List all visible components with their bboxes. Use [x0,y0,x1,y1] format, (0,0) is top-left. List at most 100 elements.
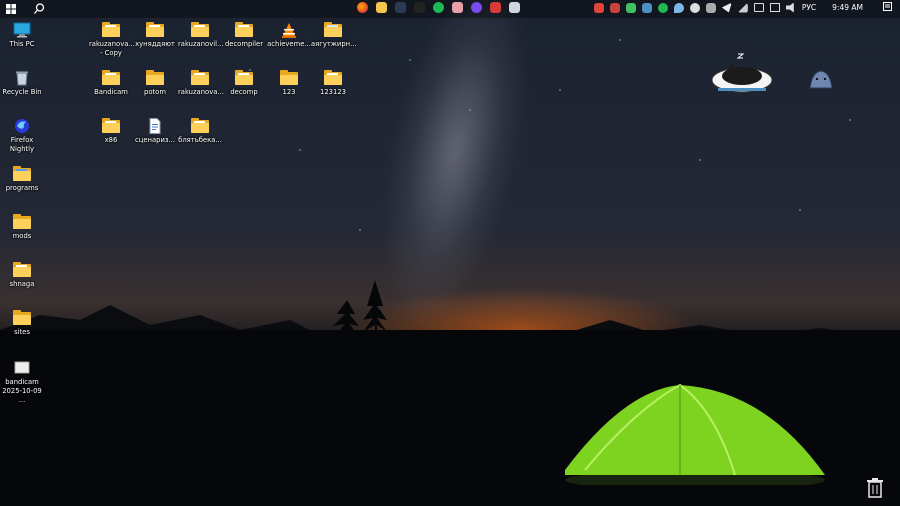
tray-monitor-icon[interactable] [753,3,764,12]
desktop-icon-folder[interactable]: rakuzanova... - Copy [89,22,135,58]
tray-red-alt-icon[interactable] [609,2,620,13]
folder-icon [13,166,31,181]
desktop-icon-folder[interactable]: 123123 [311,70,355,97]
folder-icon [146,70,164,85]
tray-drop-icon[interactable] [673,2,684,13]
folder-icon [102,118,120,133]
desktop-icon-mods[interactable]: mods [0,214,44,241]
notifications-button[interactable] [883,2,892,13]
desktop-icon-label: 123 [282,88,296,96]
spotify-icon[interactable] [433,2,444,13]
clock[interactable]: 9:49 AM [832,3,863,12]
document-icon [149,118,161,134]
desktop-icon-label: sites [14,328,30,336]
tray-green-icon[interactable] [625,2,636,13]
desktop-icon-label: decompiler [224,40,264,48]
desktop-icon-this-pc[interactable]: This PC [0,22,44,49]
monitor-icon [13,22,31,38]
desktop-icon-label: 123123 [320,88,346,96]
sleeping-cat-widget-icon [711,53,773,93]
language-indicator[interactable]: РУС [802,3,816,12]
desktop-icon-folder[interactable]: Bandicam [89,70,133,97]
desktop-icon-label: decomp [230,88,258,96]
tray-wifi-icon[interactable] [769,3,780,12]
desktop-icon-label: mods [12,232,32,240]
desktop-icon-folder[interactable]: rakuzanova... [178,70,224,97]
desktop-icon-label: potom [144,88,166,96]
trash-icon[interactable] [866,478,884,498]
desktop-icon-document[interactable]: сценариз... [133,118,177,145]
folder-icon [102,70,120,85]
folder-icon [324,22,342,37]
desktop-icon-folder[interactable]: rakuzanovil... [178,22,224,49]
desktop-icon-label: bandicam 2025-10-09 ... [2,378,42,404]
video-file-icon [14,361,30,374]
discord-icon[interactable] [471,2,482,13]
recycle-bin-icon [16,71,28,86]
desktop-icon-folder[interactable]: decompiler [222,22,266,49]
desktop-icon-vlc[interactable]: achieveme... [267,22,311,49]
desktop-icon-bandicam-video[interactable]: bandicam 2025-10-09 ... [0,360,44,405]
desktop-icon-label: rakuzanovil... [178,40,224,48]
desktop-icon-label: achieveme... [267,40,311,48]
desktop-icon-label: x86 [104,136,118,144]
firefox-nightly-icon [15,119,29,133]
folder-icon [235,22,253,37]
desktop-icon-folder[interactable]: блятьбека... [178,118,222,145]
desktop-icon-folder[interactable]: 123 [267,70,311,97]
tray-display-icon[interactable] [641,2,652,13]
folder-icon [13,214,31,229]
windows-logo-icon [6,4,16,14]
firefox-icon[interactable] [357,2,368,13]
desktop-icon-label: хуняддяют [135,40,175,48]
folder-icon [191,118,209,133]
folder-icon [13,310,31,325]
desktop-icon-label: rakuzanova... - Copy [89,40,135,57]
desktop-icon-folder[interactable]: potom [133,70,177,97]
desktop-icon-programs[interactable]: programs [0,166,44,193]
search-icon [34,2,45,14]
pink-app-icon[interactable] [452,2,463,13]
tray-red-icon[interactable] [593,2,604,13]
vlc-icon [282,23,296,38]
blob-pet-widget-icon [809,70,833,89]
chat-icon[interactable] [509,2,520,13]
tray-bird-icon[interactable] [705,2,716,13]
desktop-icon-label: programs [5,184,39,192]
folder-icon [146,22,164,37]
folder-icon [191,70,209,85]
desktop-icon-sites[interactable]: sites [0,310,44,337]
desktop-icon-label: Firefox Nightly [9,136,35,153]
desktop-icon-label: rakuzanova... [178,88,224,96]
desktop-icon-label: блятьбека... [178,136,222,144]
desktop-icon-shnaga[interactable]: shnaga [0,262,44,289]
app-dark-icon[interactable] [414,2,425,13]
tray-volume-icon[interactable] [785,2,794,13]
desktop-icon-label: shnaga [9,280,35,288]
desktop-icon-folder[interactable]: хуняддяют [133,22,177,49]
folder-icon [191,22,209,37]
desktop-icon-label: аягутжирн... [311,40,357,48]
search-button[interactable] [34,2,45,16]
desktop-icon-folder[interactable]: decomp [222,70,266,97]
desktop-icon-folder[interactable]: аягутжирн... [311,22,357,49]
notification-icon [883,2,892,11]
security-icon[interactable] [490,2,501,13]
desktop-icon-label: сценариз... [135,136,175,144]
desktop-icon-recycle-bin[interactable]: Recycle Bin [0,70,44,97]
wallpaper-tent [565,383,825,485]
tray-send-icon[interactable] [721,2,732,13]
tray-cloud-icon[interactable] [689,2,700,13]
desktop-icon-firefox-nightly[interactable]: Firefox Nightly [0,118,44,154]
folder-icon [324,70,342,85]
tray-spotify-icon[interactable] [657,2,668,13]
taskbar: РУС 9:49 AM [0,0,900,18]
file-explorer-icon[interactable] [376,2,387,13]
vpn-icon[interactable] [395,2,406,13]
tray-signal-icon[interactable] [737,2,748,13]
desktop-icon-label: Bandicam [94,88,128,96]
folder-icon [102,22,120,37]
start-button[interactable] [6,4,16,14]
desktop-icon-folder[interactable]: x86 [89,118,133,145]
folder-icon [13,262,31,277]
